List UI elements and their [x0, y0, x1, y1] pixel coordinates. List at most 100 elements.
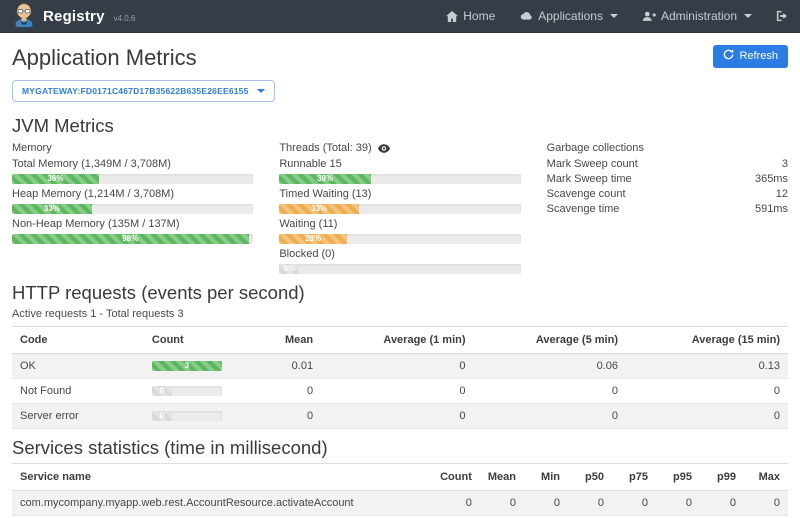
http-col-header: Code — [12, 327, 144, 354]
progress-bar: 0 — [152, 411, 222, 421]
memory-bars: Total Memory (1,349M / 3,708M)36%Heap Me… — [12, 158, 253, 244]
progress-bar: 33% — [279, 204, 520, 214]
sign-out-button[interactable] — [776, 10, 788, 22]
progress-bar: 28% — [279, 234, 520, 244]
services-table-body: com.mycompany.myapp.web.rest.AccountReso… — [12, 491, 788, 518]
metric-label: Runnable 15 — [279, 158, 520, 171]
http-count-cell: 3 — [144, 354, 253, 379]
brand-link[interactable]: Registry v4.0.6 — [12, 1, 135, 32]
page-title: Application Metrics — [12, 45, 197, 71]
http-col-header: Average (1 min) — [321, 327, 473, 354]
http-code-cell: OK — [12, 354, 144, 379]
http-table-header-row: CodeCountMeanAverage (1 min)Average (5 m… — [12, 327, 788, 354]
service-value-cell: 0 — [744, 491, 788, 516]
gc-value: 3 — [782, 158, 788, 170]
service-col-header: p95 — [656, 464, 700, 491]
progress-fill: 0% — [279, 264, 299, 274]
service-value-cell: 0 — [568, 491, 612, 516]
progress-bar: 36% — [12, 174, 253, 184]
progress-bar: 0 — [152, 386, 222, 396]
metric-label: Timed Waiting (13) — [279, 188, 520, 201]
progress-fill: 36% — [12, 174, 99, 184]
content: Application Metrics Refresh MYGATEWAY:FD… — [0, 33, 800, 518]
http-requests-title: HTTP requests (events per second) — [12, 282, 788, 304]
jvm-metrics-title: JVM Metrics — [12, 115, 788, 137]
metric-label: Blocked (0) — [279, 248, 520, 261]
progress-bar: 0% — [279, 264, 520, 274]
http-code-cell: Not Found — [12, 379, 144, 404]
threads-bars: Runnable 1538%Timed Waiting (13)33%Waiti… — [279, 158, 520, 274]
instance-selector-dropdown[interactable]: MYGATEWAY:FD0171C467D17B35622B635E26EE61… — [12, 80, 275, 102]
table-row: com.mycompany.myapp.web.rest.AccountReso… — [12, 491, 788, 516]
progress-fill: 98% — [12, 234, 249, 244]
gc-value: 365ms — [755, 173, 788, 185]
threads-column: Threads (Total: 39) Runnable 1538%Timed … — [279, 141, 520, 278]
http-value-cell: 0.06 — [474, 354, 626, 379]
gc-row: Mark Sweep count 3 — [547, 156, 788, 171]
service-name-cell: com.mycompany.myapp.web.rest.AccountReso… — [12, 491, 432, 516]
progress-bar: 33% — [12, 204, 253, 214]
service-col-header: p75 — [612, 464, 656, 491]
refresh-button[interactable]: Refresh — [713, 45, 788, 68]
progress-fill: 0 — [152, 411, 172, 421]
http-col-header: Count — [144, 327, 253, 354]
service-value-cell: 0 — [612, 491, 656, 516]
memory-title: Memory — [12, 141, 253, 156]
gc-title: Garbage collections — [547, 141, 788, 156]
services-table-header-row: Service nameCountMeanMinp50p75p95p99Max — [12, 464, 788, 491]
http-value-cell: 0 — [253, 379, 322, 404]
table-row: OK 3 0.0100.060.13 — [12, 354, 788, 379]
eye-icon[interactable] — [378, 144, 390, 153]
http-value-cell: 0 — [626, 379, 788, 404]
http-table-body: OK30.0100.060.13Not Found00000Server err… — [12, 354, 788, 429]
progress-bar: 3 — [152, 361, 222, 371]
gc-row: Mark Sweep time365ms — [547, 171, 788, 186]
http-value-cell: 0 — [474, 404, 626, 429]
gc-label: Scavenge time — [547, 203, 620, 215]
gc-value: 591ms — [755, 203, 788, 215]
progress-bar: 98% — [12, 234, 253, 244]
gc-value: 12 — [776, 188, 788, 200]
http-value-cell: 0 — [321, 354, 473, 379]
gc-row: Scavenge time 591ms — [547, 201, 788, 216]
progress-fill: 33% — [12, 204, 92, 214]
refresh-label: Refresh — [739, 50, 778, 62]
service-col-header: p99 — [700, 464, 744, 491]
gc-row: Scavenge count12 — [547, 186, 788, 201]
http-requests-subtitle: Active requests 1 - Total requests 3 — [12, 308, 788, 320]
nav-item-administration[interactable]: Administration — [642, 9, 752, 23]
http-value-cell: 0.13 — [626, 354, 788, 379]
navbar-links: Home Applications Administration — [446, 9, 788, 23]
instance-selector-label: MYGATEWAY:FD0171C467D17B35622B635E26EE61… — [22, 86, 249, 96]
brand-version: v4.0.6 — [114, 14, 136, 23]
service-col-header: Count — [432, 464, 480, 491]
cloud-icon — [519, 11, 533, 21]
table-row: Not Found00000 — [12, 379, 788, 404]
progress-fill: 3 — [152, 361, 222, 371]
user-plus-icon — [642, 11, 656, 22]
http-value-cell: 0 — [474, 379, 626, 404]
gc-column: Garbage collections Mark Sweep count 3Mar… — [547, 141, 788, 278]
navbar: Registry v4.0.6 Home Applications Administ… — [0, 0, 800, 33]
metric-label: Heap Memory (1,214M / 3,708M) — [12, 188, 253, 201]
gc-label: Mark Sweep count — [547, 158, 638, 170]
http-col-header: Average (5 min) — [474, 327, 626, 354]
nav-item-home[interactable]: Home — [446, 9, 495, 23]
jhipster-avatar-logo — [12, 1, 36, 32]
nav-item-applications[interactable]: Applications — [519, 9, 618, 23]
http-col-header: Average (15 min) — [626, 327, 788, 354]
http-value-cell: 0 — [253, 404, 322, 429]
chevron-down-icon — [257, 89, 265, 93]
service-col-header: Mean — [480, 464, 524, 491]
http-value-cell: 0.01 — [253, 354, 322, 379]
service-value-cell: 0 — [524, 491, 568, 516]
service-value-cell: 0 — [480, 491, 524, 516]
progress-fill: 33% — [279, 204, 359, 214]
http-count-cell: 0 — [144, 379, 253, 404]
threads-title: Threads (Total: 39) — [279, 141, 371, 156]
nav-item-label: Administration — [661, 9, 737, 23]
services-statistics-title: Services statistics (time in millisecond… — [12, 437, 788, 459]
progress-fill: 28% — [279, 234, 347, 244]
progress-fill: 0 — [152, 386, 172, 396]
http-count-cell: 0 — [144, 404, 253, 429]
